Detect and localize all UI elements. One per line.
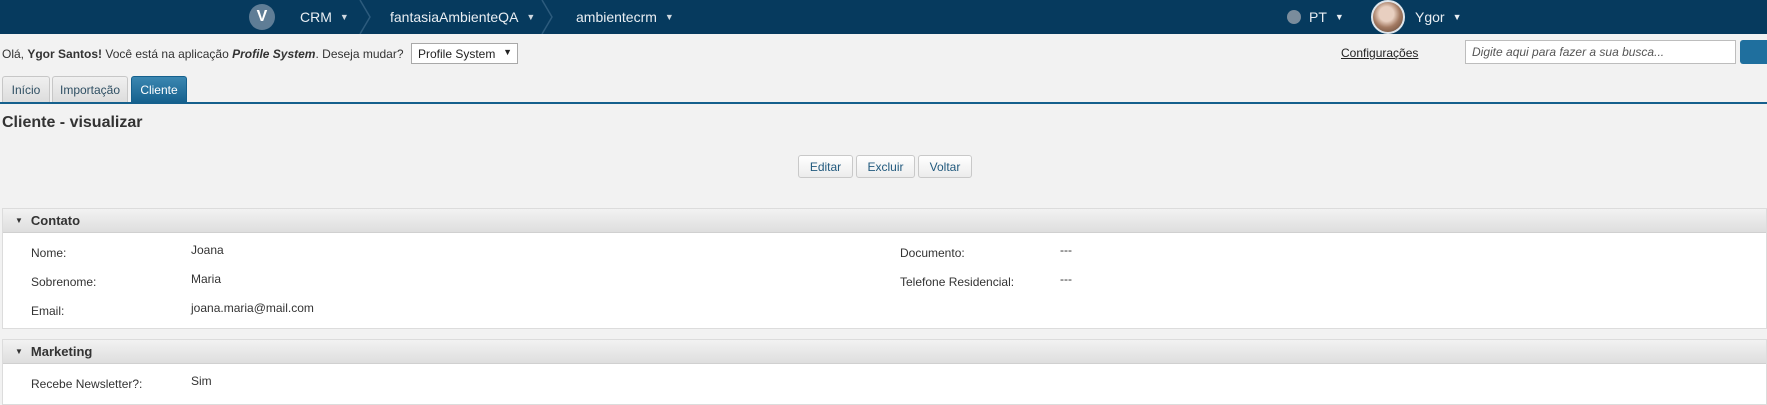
breadcrumb-separator-icon [359, 0, 371, 34]
field-value-recebe-newsletter: Sim [191, 374, 212, 388]
crumb-crm-label: CRM [300, 9, 332, 25]
chevron-down-icon: ▼ [664, 12, 674, 22]
select-arrow-icon: ▼ [503, 47, 512, 57]
crumb-fantasia-ambiente[interactable]: fantasiaAmbienteQA ▼ [390, 0, 535, 34]
crumb-ambientecrm-label: ambientecrm [576, 9, 657, 25]
delete-button[interactable]: Excluir [856, 155, 915, 178]
crumb-ambientecrm[interactable]: ambientecrm ▼ [576, 0, 674, 34]
crumb-fantasia-label: fantasiaAmbienteQA [390, 9, 519, 25]
greeting-user: Ygor Santos! [27, 47, 103, 61]
greeting-suffix: . Deseja mudar? [315, 47, 404, 61]
globe-icon [1287, 10, 1301, 24]
collapse-triangle-icon: ▼ [15, 347, 23, 356]
language-label: PT [1309, 9, 1327, 25]
chevron-down-icon: ▼ [339, 12, 349, 22]
field-value-email: joana.maria@mail.com [191, 301, 314, 315]
crumb-crm[interactable]: CRM ▼ [300, 0, 349, 34]
field-value-documento: --- [1060, 243, 1072, 257]
user-name: Ygor [1415, 9, 1445, 25]
chevron-down-icon: ▼ [1334, 12, 1344, 22]
search-button[interactable] [1740, 40, 1767, 64]
chevron-down-icon: ▼ [526, 12, 536, 22]
tab-underline [0, 102, 1767, 104]
settings-link[interactable]: Configurações [1341, 46, 1418, 60]
greeting-mid: Você está na aplicação [102, 47, 233, 61]
section-marketing-header[interactable]: ▼ Marketing [3, 340, 1766, 364]
field-label-documento: Documento: [900, 246, 965, 260]
field-label-sobrenome: Sobrenome: [31, 275, 97, 289]
greeting-prefix: Olá, [2, 47, 28, 61]
field-label-recebe-newsletter: Recebe Newsletter?: [31, 377, 143, 391]
section-contato-header[interactable]: ▼ Contato [3, 209, 1766, 233]
field-value-sobrenome: Maria [191, 272, 222, 286]
app-logo-icon[interactable]: V [249, 4, 275, 30]
section-marketing-title: Marketing [30, 344, 93, 359]
application-select-value: Profile System [418, 47, 496, 61]
greeting-text: Olá, Ygor Santos! Você está na aplicação… [2, 47, 404, 61]
top-navigation-bar: V CRM ▼ fantasiaAmbienteQA ▼ ambientecrm… [0, 0, 1767, 34]
search-input[interactable]: Digite aqui para fazer a sua busca... [1465, 40, 1736, 64]
greeting-app-name: Profile System [232, 47, 316, 61]
collapse-triangle-icon: ▼ [15, 216, 23, 225]
back-button[interactable]: Voltar [918, 155, 972, 178]
chevron-down-icon: ▼ [1452, 12, 1462, 22]
field-label-email: Email: [31, 304, 65, 318]
field-value-nome: Joana [191, 243, 224, 257]
user-menu[interactable]: Ygor ▼ [1371, 0, 1462, 34]
language-selector[interactable]: PT ▼ [1287, 0, 1344, 34]
avatar [1371, 0, 1405, 34]
breadcrumb-separator-icon [541, 0, 553, 34]
field-label-telefone-residencial: Telefone Residencial: [900, 275, 1015, 289]
edit-button[interactable]: Editar [798, 155, 853, 178]
application-select[interactable]: Profile System ▼ [411, 43, 518, 64]
tab-importacao[interactable]: Importação [52, 76, 128, 103]
field-label-nome: Nome: [31, 246, 67, 260]
field-value-telefone-residencial: --- [1060, 272, 1072, 286]
section-contato-title: Contato [30, 213, 81, 228]
tab-inicio[interactable]: Início [2, 76, 50, 103]
page-title: Cliente - visualizar [2, 114, 143, 131]
tab-cliente[interactable]: Cliente [131, 76, 187, 103]
section-marketing: ▼ Marketing [2, 339, 1767, 405]
